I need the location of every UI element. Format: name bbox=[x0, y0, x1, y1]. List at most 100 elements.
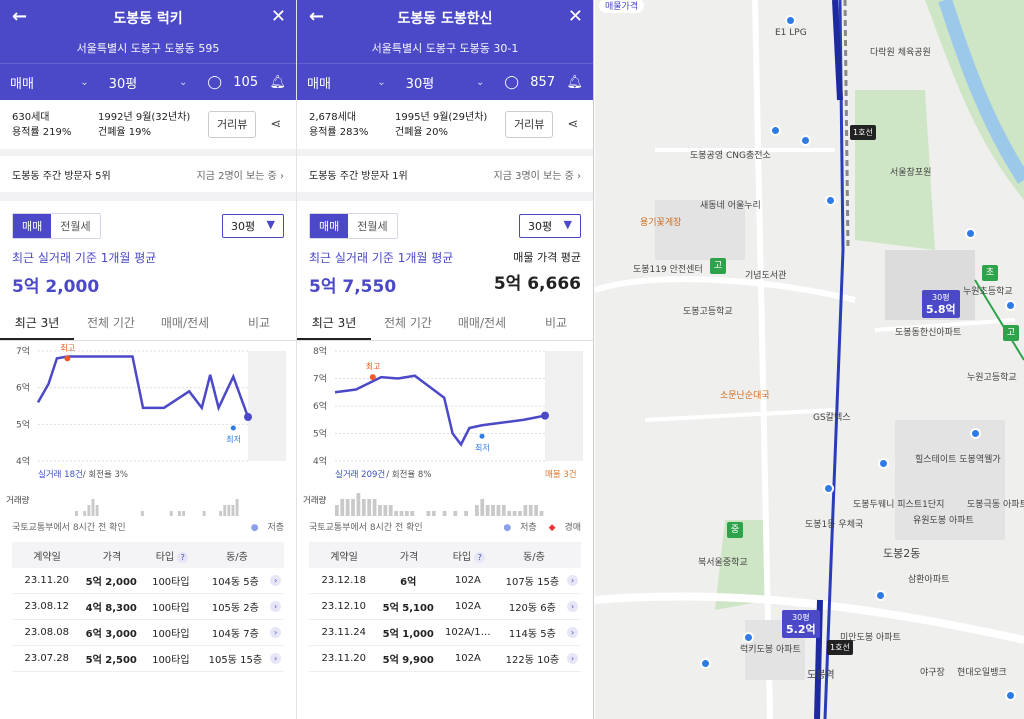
triangle-down-icon: ▼ bbox=[266, 218, 275, 231]
deal-type-select[interactable]: 매매 ⌄ bbox=[0, 73, 99, 92]
max-point bbox=[64, 355, 71, 362]
chevron-right-icon[interactable]: › bbox=[567, 575, 579, 586]
chevron-right-icon[interactable]: › bbox=[270, 653, 282, 664]
deal-type: 100타입 bbox=[152, 655, 190, 666]
legend-item: ● 저층 bbox=[250, 522, 284, 533]
close-icon[interactable]: ✕ bbox=[271, 6, 286, 27]
bus-stop-icon[interactable] bbox=[970, 428, 981, 439]
map-label: 도봉두웨니 피스트1단지 bbox=[853, 500, 945, 510]
school-icon[interactable]: 초 bbox=[982, 265, 998, 281]
toggle-rent[interactable]: 전월세 bbox=[51, 214, 99, 238]
tab-period[interactable]: 최근 3년 bbox=[297, 307, 371, 340]
turnover: / 회전율 8% bbox=[386, 469, 431, 480]
bus-stop-icon[interactable] bbox=[965, 228, 976, 239]
y-tick-label: 7억 bbox=[313, 373, 327, 385]
tab-period[interactable]: 비교 bbox=[519, 307, 593, 340]
table-row[interactable]: 23.07.28 5억 2,500 100타입 105동 15층 › bbox=[12, 646, 284, 672]
max-label: 최고 bbox=[366, 361, 381, 371]
volume-bar bbox=[453, 511, 458, 516]
bus-stop-icon[interactable] bbox=[878, 458, 889, 469]
visitor-rank[interactable]: 도봉동 주간 방문자 5위 지금 2명이 보는 중 › bbox=[0, 156, 296, 201]
table-row[interactable]: 23.11.20 5억 2,000 100타입 104동 5층 › bbox=[12, 568, 284, 594]
y-tick-label: 8억 bbox=[313, 345, 327, 357]
toggle-sale[interactable]: 매매 bbox=[310, 214, 349, 238]
tab-period[interactable]: 최근 3년 bbox=[0, 307, 74, 340]
help-icon: ? bbox=[474, 551, 486, 563]
tab-period[interactable]: 전체 기간 bbox=[371, 307, 445, 340]
table-row[interactable]: 23.08.08 6억 3,000 100타입 104동 7층 › bbox=[12, 620, 284, 646]
bus-stop-icon[interactable] bbox=[1005, 690, 1016, 701]
comments-button[interactable]: ◯ 857 🔔︎ bbox=[494, 75, 593, 90]
toggle-rent[interactable]: 전월세 bbox=[348, 214, 396, 238]
map-label: 삼환아파트 bbox=[908, 575, 950, 585]
ask-value: 5억 6,666 bbox=[493, 274, 581, 294]
visitor-rank[interactable]: 도봉동 주간 방문자 1위 지금 3명이 보는 중 › bbox=[297, 156, 593, 201]
deal-date: 23.08.08 bbox=[24, 627, 69, 638]
bus-stop-icon[interactable] bbox=[875, 590, 886, 601]
bus-stop-icon[interactable] bbox=[825, 195, 836, 206]
back-arrow-icon[interactable]: ← bbox=[12, 6, 27, 27]
table-row[interactable]: 23.12.10 5억 5,100 102A 120동 6층 › bbox=[309, 594, 581, 620]
chevron-down-icon: ⌄ bbox=[475, 76, 485, 88]
deal-date: 23.11.24 bbox=[321, 627, 366, 638]
map-label: 기념도서관 bbox=[745, 271, 787, 281]
chevron-right-icon[interactable]: › bbox=[270, 627, 282, 638]
price-marker-hanshin[interactable]: 30평 5.8억 bbox=[922, 290, 960, 318]
pyeong-select[interactable]: 30평 ▼ bbox=[519, 214, 581, 238]
tab-period[interactable]: 비교 bbox=[222, 307, 296, 340]
chevron-right-icon[interactable]: › bbox=[567, 653, 579, 664]
school-icon[interactable]: 고 bbox=[1003, 325, 1019, 341]
school-icon[interactable]: 고 bbox=[710, 258, 726, 274]
volume-bar bbox=[219, 511, 223, 516]
tab-period[interactable]: 매매/전세 bbox=[445, 307, 519, 340]
volume-bar bbox=[496, 505, 501, 516]
chevron-right-icon[interactable]: › bbox=[567, 627, 579, 638]
share-icon[interactable]: ⋖ bbox=[270, 117, 281, 132]
subway-station-icon[interactable]: 1호선 bbox=[827, 640, 853, 655]
map-chip[interactable]: 매물가격 bbox=[599, 0, 645, 13]
table-row[interactable]: 23.11.24 5억 1,000 102A/1… 114동 5층 › bbox=[309, 620, 581, 646]
bus-stop-icon[interactable] bbox=[743, 632, 754, 643]
street-view-button[interactable]: 거리뷰 bbox=[208, 111, 257, 138]
comments-button[interactable]: ◯ 105 🔔︎ bbox=[197, 75, 296, 90]
auction-count: 매물 3건 bbox=[545, 469, 577, 480]
min-point bbox=[479, 433, 485, 439]
deal-date: 23.11.20 bbox=[24, 575, 69, 586]
tab-period[interactable]: 전체 기간 bbox=[74, 307, 148, 340]
table-row[interactable]: 23.12.18 6억 102A 107동 15층 › bbox=[309, 568, 581, 594]
bus-stop-icon[interactable] bbox=[785, 15, 796, 26]
deal-date: 23.08.12 bbox=[24, 601, 69, 612]
volume-bar bbox=[345, 499, 350, 516]
bus-stop-icon[interactable] bbox=[1005, 300, 1016, 311]
volume-bar bbox=[383, 505, 388, 516]
bus-stop-icon[interactable] bbox=[800, 135, 811, 146]
size-select[interactable]: 30평 ⌄ bbox=[396, 73, 495, 92]
chevron-right-icon[interactable]: › bbox=[270, 575, 282, 586]
school-icon[interactable]: 중 bbox=[727, 522, 743, 538]
subway-station-icon[interactable]: 1호선 bbox=[850, 125, 876, 140]
pyeong-select[interactable]: 30평 ▼ bbox=[222, 214, 284, 238]
chevron-right-icon[interactable]: › bbox=[270, 601, 282, 612]
volume-bar bbox=[388, 505, 393, 516]
deal-type: 102A/1… bbox=[444, 627, 491, 638]
share-icon[interactable]: ⋖ bbox=[567, 117, 578, 132]
table-row[interactable]: 23.11.20 5억 9,900 102A 122동 10층 › bbox=[309, 646, 581, 672]
source-text: 국토교통부에서 8시간 전 확인 bbox=[309, 522, 423, 533]
price-chart[interactable]: 7억6억5억4억최고최저실거래 18건 / 회전율 3%거래량2021.0120… bbox=[0, 341, 296, 516]
size-select[interactable]: 30평 ⌄ bbox=[99, 73, 198, 92]
close-icon[interactable]: ✕ bbox=[568, 6, 583, 27]
bus-stop-icon[interactable] bbox=[823, 483, 834, 494]
back-arrow-icon[interactable]: ← bbox=[309, 6, 324, 27]
chevron-right-icon[interactable]: › bbox=[567, 601, 579, 612]
bus-stop-icon[interactable] bbox=[700, 658, 711, 669]
tab-period[interactable]: 매매/전세 bbox=[148, 307, 222, 340]
bus-stop-icon[interactable] bbox=[770, 125, 781, 136]
toggle-sale[interactable]: 매매 bbox=[13, 214, 52, 238]
deal-type-select[interactable]: 매매 ⌄ bbox=[297, 73, 396, 92]
table-row[interactable]: 23.08.12 4억 8,300 100타입 105동 2층 › bbox=[12, 594, 284, 620]
y-tick-label: 6억 bbox=[313, 400, 327, 412]
price-chart[interactable]: 8억7억6억5억4억최고최저실거래 209건 / 회전율 8%매물 3건거래량2… bbox=[297, 341, 593, 516]
price-marker-lucky[interactable]: 30평 5.2억 bbox=[782, 610, 820, 638]
street-view-button[interactable]: 거리뷰 bbox=[505, 111, 554, 138]
map-view[interactable]: 매물가격 E1 LPG 다락원 체육공원 도봉공영 CNG충전소 새동네 어울누… bbox=[595, 0, 1024, 719]
